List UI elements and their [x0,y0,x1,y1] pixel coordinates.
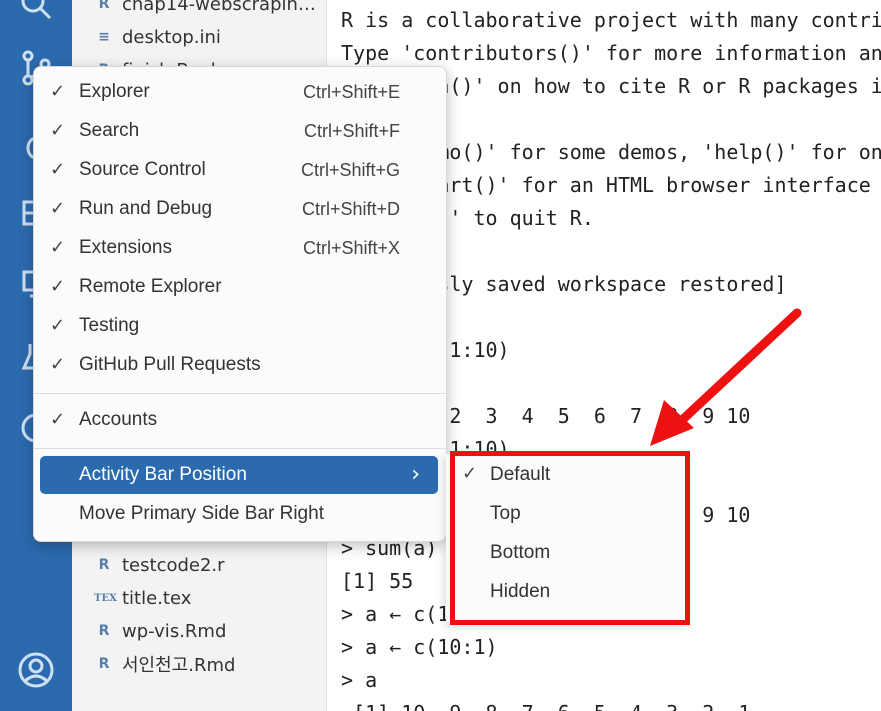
terminal-line: R is a collaborative project with many c… [341,8,881,32]
search-icon[interactable] [14,0,58,26]
menu-item-activity-bar-position[interactable]: Activity Bar Position › [40,456,438,494]
check-icon: ✓ [50,354,66,375]
activity-bar-context-menu: ✓ Explorer Ctrl+Shift+E ✓ Search Ctrl+Sh… [33,66,447,542]
terminal-line: [1] 10 9 8 7 6 5 4 3 2 1 [341,701,750,711]
file-name: testcode2.r [122,554,225,576]
file-name: title.tex [122,587,192,609]
check-icon: ✓ [50,81,66,102]
menu-item-testing[interactable]: ✓ Testing [40,307,438,345]
menu-item-label: Move Primary Side Bar Right [79,503,324,524]
menu-item-search[interactable]: ✓ Search Ctrl+Shift+F [40,112,438,150]
menu-item-extensions[interactable]: ✓ Extensions Ctrl+Shift+X [40,229,438,267]
menu-item-shortcut: Ctrl+Shift+F [303,121,400,141]
menu-item-remote-explorer[interactable]: ✓ Remote Explorer [40,268,438,306]
r-file-icon: R [98,0,110,12]
menu-item-label: GitHub Pull Requests [79,354,261,375]
file-item[interactable]: TEX title.tex [94,584,191,612]
menu-item-shortcut: Ctrl+Shift+E [302,82,400,102]
menu-item-label: Explorer [79,81,150,102]
terminal-line: [1] 55 [341,569,414,593]
check-icon: ✓ [50,409,66,430]
chevron-right-icon: › [411,462,420,487]
r-file-icon: R [98,623,110,639]
menu-item-run-and-debug[interactable]: ✓ Run and Debug Ctrl+Shift+D [40,190,438,228]
menu-item-shortcut: Ctrl+Shift+G [300,160,400,180]
terminal-line: > a ← c(10:1) [341,635,498,659]
menu-item-accounts[interactable]: ✓ Accounts [40,401,438,439]
file-item[interactable]: R wp-vis.Rmd [94,617,227,645]
accounts-icon[interactable] [14,648,58,692]
check-icon: ✓ [50,237,66,258]
file-item[interactable]: ≡ desktop.ini [94,23,221,51]
menu-item-label: Extensions [79,237,172,258]
menu-item-source-control[interactable]: ✓ Source Control Ctrl+Shift+G [40,151,438,189]
menu-item-label: Testing [79,315,140,336]
r-file-icon: R [98,656,110,672]
check-icon: ✓ [50,198,66,219]
file-name: desktop.ini [122,26,221,48]
file-name: wp-vis.Rmd [122,620,227,642]
file-name: chap14-webscraping.... [122,0,322,15]
terminal-line: > a [341,668,378,692]
check-icon: ✓ [50,276,66,297]
menu-item-shortcut: Ctrl+Shift+X [302,238,400,258]
tex-file-icon: TEX [94,592,117,604]
menu-item-move-primary-side-bar-right[interactable]: Move Primary Side Bar Right [40,495,438,533]
menu-separator [34,393,446,394]
menu-item-label: Activity Bar Position [79,464,247,485]
check-icon: ✓ [50,159,66,180]
menu-item-label: Search [79,120,140,141]
menu-item-github-pull-requests[interactable]: ✓ GitHub Pull Requests [40,346,438,384]
file-lines-icon: ≡ [98,29,110,45]
menu-item-label: Accounts [79,409,158,430]
file-item[interactable]: R 서인천고.Rmd [94,650,236,678]
menu-item-explorer[interactable]: ✓ Explorer Ctrl+Shift+E [40,73,438,111]
menu-item-label: Run and Debug [79,198,213,219]
menu-item-label: Remote Explorer [79,276,222,297]
terminal-line: Type 'contributors()' for more informati… [341,41,881,65]
r-file-icon: R [98,557,110,573]
menu-item-shortcut: Ctrl+Shift+D [301,199,400,219]
menu-separator [34,448,446,449]
menu-item-label: Source Control [79,159,206,180]
file-item[interactable]: R testcode2.r [94,551,225,579]
annotation-highlight-box [450,451,690,625]
file-item[interactable]: R chap14-webscraping.... [94,0,322,18]
check-icon: ✓ [50,120,66,141]
check-icon: ✓ [50,315,66,336]
file-name: 서인천고.Rmd [122,655,236,676]
